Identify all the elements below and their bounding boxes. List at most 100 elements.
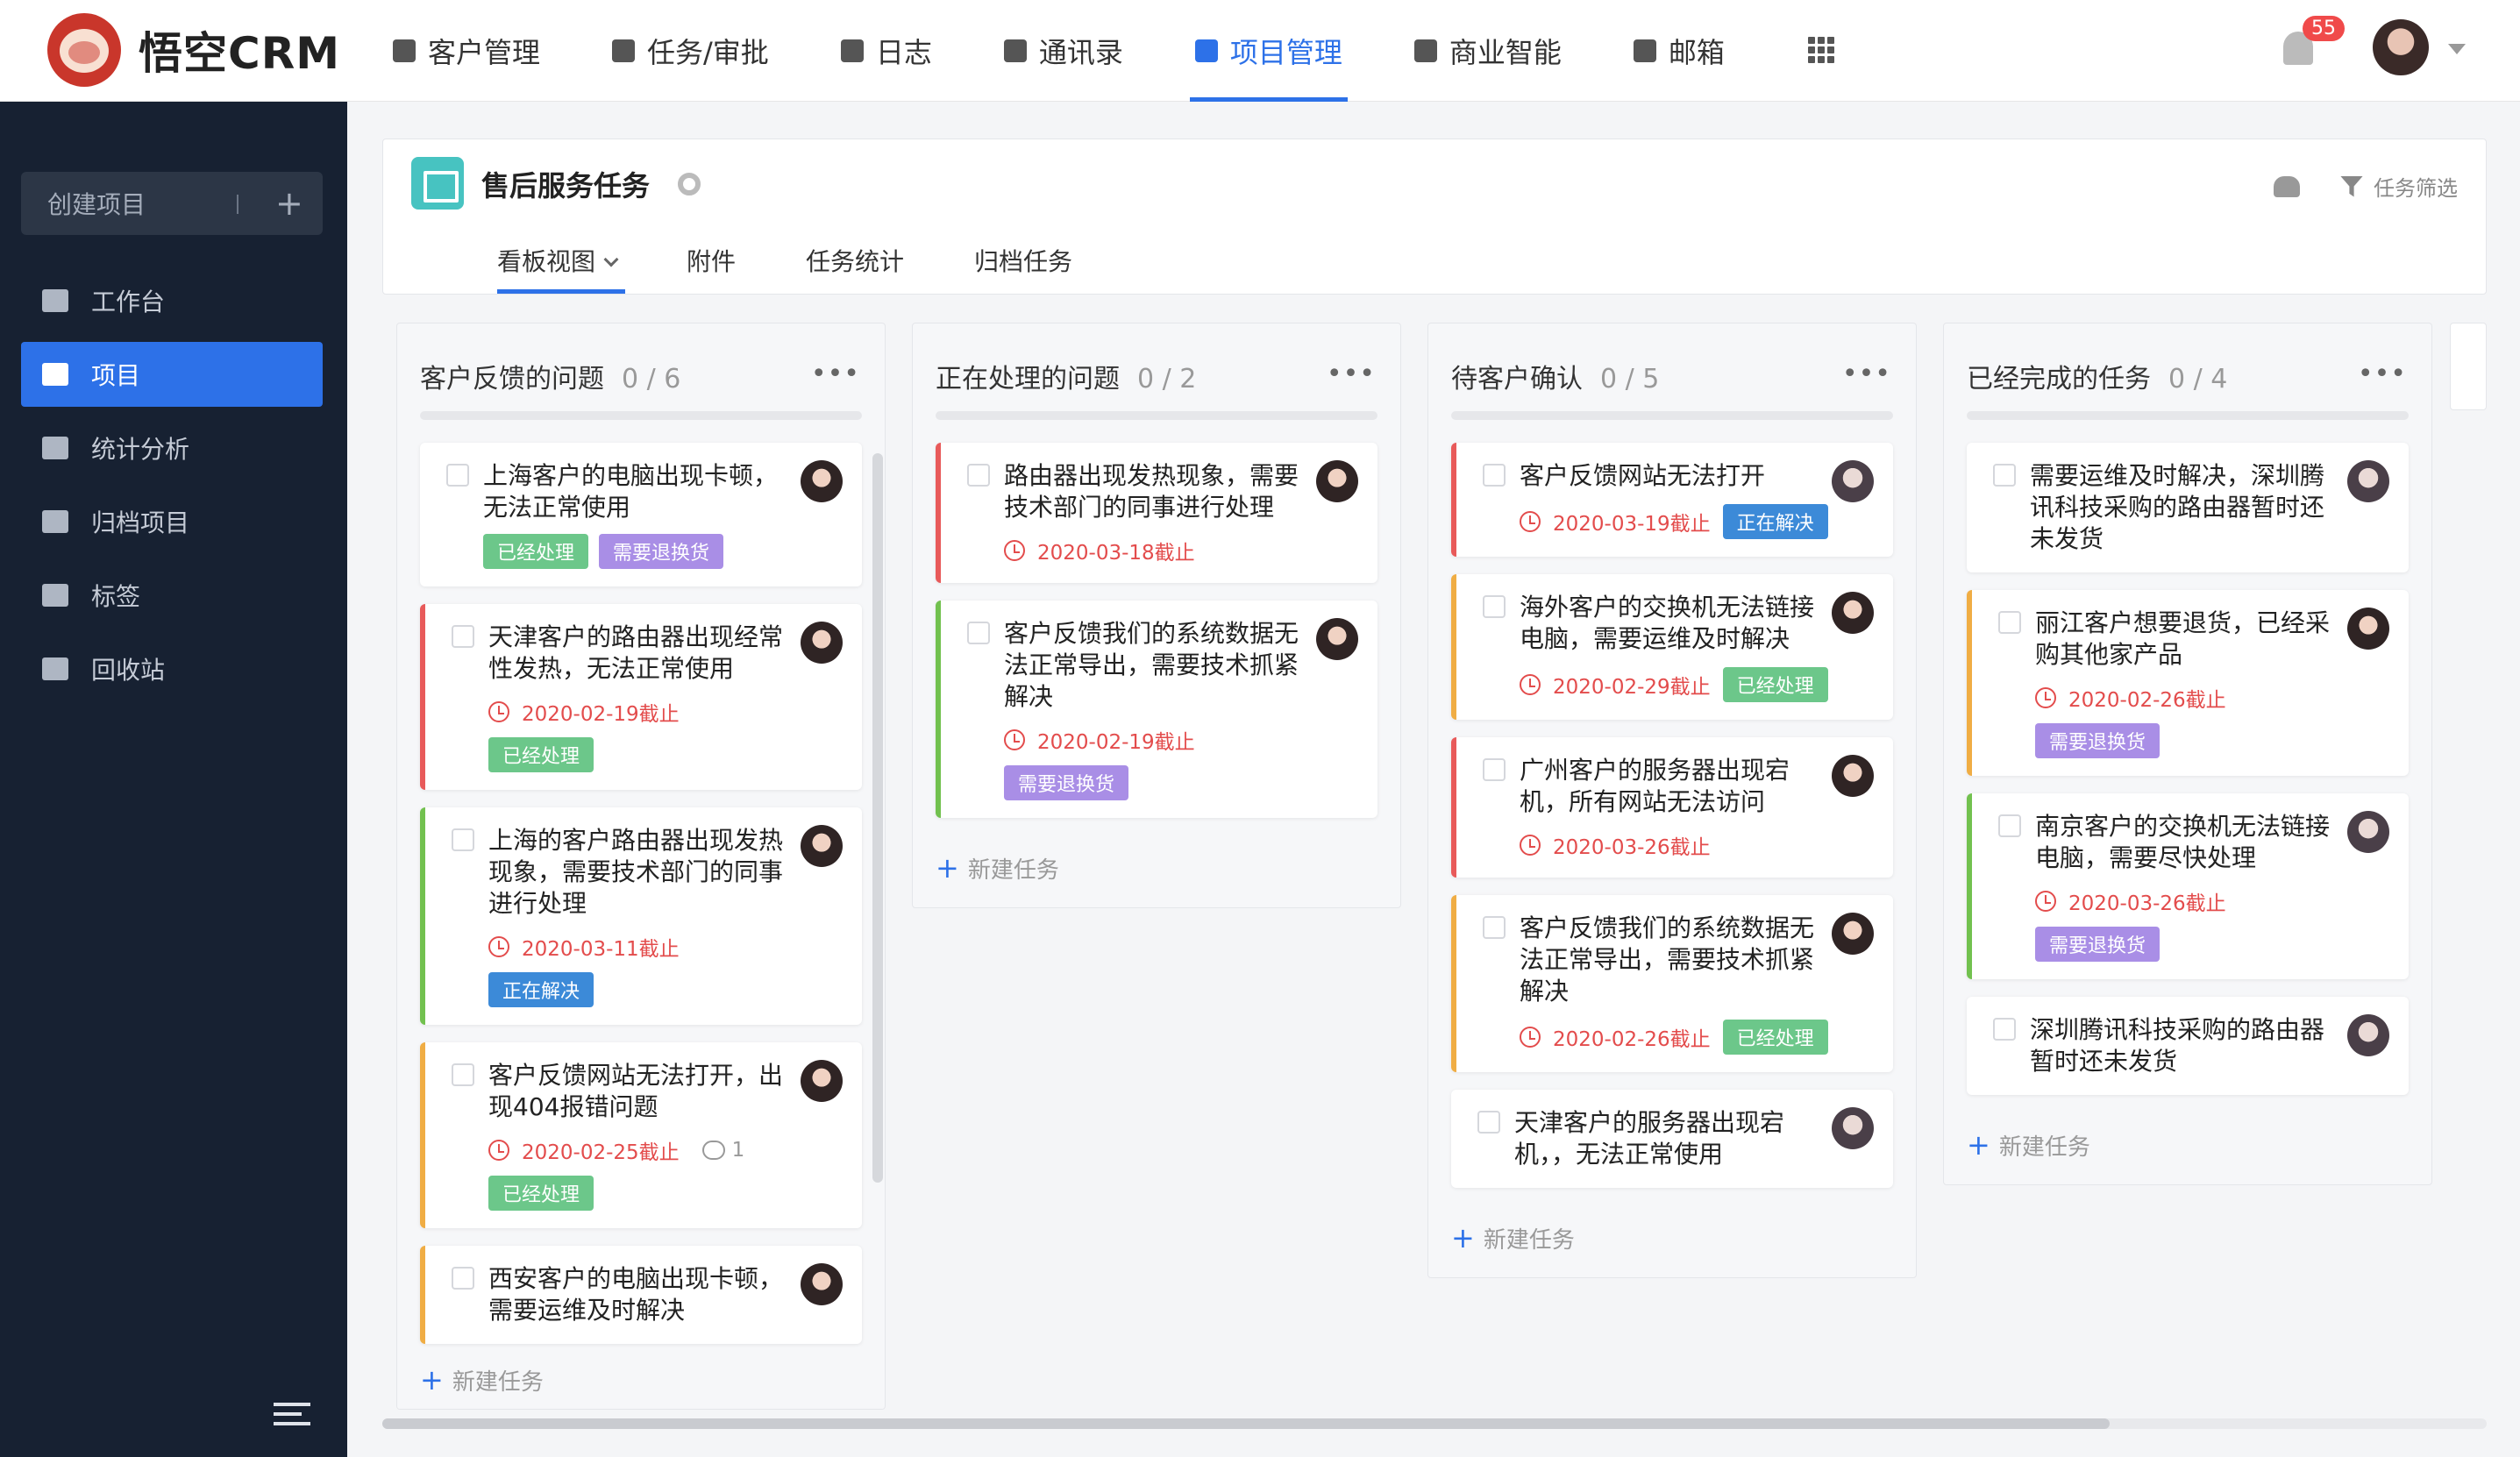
- more-icon[interactable]: •••: [2358, 359, 2407, 389]
- create-project-button[interactable]: 创建项目 +: [21, 172, 323, 235]
- task-checkbox[interactable]: [1483, 916, 1506, 939]
- task-checkbox[interactable]: [1477, 1111, 1500, 1134]
- nav-item-5[interactable]: 商业智能: [1395, 0, 1581, 102]
- task-filter-button[interactable]: 任务筛选: [2340, 171, 2458, 202]
- assignee-avatar[interactable]: [1832, 592, 1874, 634]
- task-card[interactable]: 上海的客户路由器出现发热现象，需要技术部门的同事进行处理 2020-03-11截止…: [420, 807, 862, 1025]
- tab-0[interactable]: 看板视图: [497, 243, 626, 294]
- nav-item-0[interactable]: 客户管理: [374, 0, 559, 102]
- new-task-button[interactable]: + 新建任务: [1944, 1112, 2431, 1184]
- nav-item-6[interactable]: 邮箱: [1614, 0, 1744, 102]
- gear-icon[interactable]: [678, 173, 701, 195]
- sidebar-item-2[interactable]: 统计分析: [21, 416, 323, 480]
- comment-icon: [701, 1141, 725, 1160]
- task-card[interactable]: 海外客户的交换机无法链接电脑，需要运维及时解决 2020-02-29截止 已经处理: [1451, 574, 1893, 720]
- nav-item-3[interactable]: 通讯录: [985, 0, 1143, 102]
- task-checkbox[interactable]: [452, 1267, 474, 1290]
- assignee-avatar[interactable]: [2347, 811, 2389, 853]
- tab-3[interactable]: 归档任务: [974, 243, 1072, 294]
- assignee-avatar[interactable]: [1316, 460, 1358, 502]
- column-header: 正在处理的问题 0 / 2 •••: [913, 323, 1400, 394]
- chevron-down-icon[interactable]: [2448, 44, 2466, 54]
- task-title: 丽江客户想要退货，已经采购其他家产品: [2035, 608, 2331, 669]
- task-card[interactable]: 需要运维及时解决，深圳腾讯科技采购的路由器暂时还未发货: [1967, 443, 2409, 572]
- horizontal-scrollbar[interactable]: [382, 1418, 2487, 1429]
- assignee-avatar[interactable]: [801, 1060, 843, 1102]
- task-card[interactable]: 天津客户的服务器出现宕机，，无法正常使用: [1451, 1090, 1893, 1188]
- task-card[interactable]: 丽江客户想要退货，已经采购其他家产品 2020-02-26截止 需要退换货: [1967, 590, 2409, 776]
- assignee-avatar[interactable]: [1832, 460, 1874, 502]
- list-icon: [42, 363, 68, 386]
- assignee-avatar[interactable]: [801, 460, 843, 502]
- sidebar-item-4[interactable]: 标签: [21, 563, 323, 628]
- task-checkbox[interactable]: [452, 828, 474, 851]
- task-card[interactable]: 客户反馈我们的系统数据无法正常导出，需要技术抓紧解决 2020-02-26截止 已经…: [1451, 895, 1893, 1072]
- add-column-stub[interactable]: [2450, 323, 2487, 410]
- tab-2[interactable]: 任务统计: [806, 243, 904, 294]
- task-card[interactable]: 深圳腾讯科技采购的路由器暂时还未发货: [1967, 997, 2409, 1095]
- bar-chart-icon: [42, 437, 68, 459]
- nav-label: 商业智能: [1449, 36, 1562, 69]
- task-due-date: 2020-02-19截止: [1037, 731, 1195, 754]
- task-checkbox[interactable]: [1483, 464, 1506, 487]
- apps-grid-icon[interactable]: [1808, 37, 1834, 63]
- more-icon[interactable]: •••: [1327, 359, 1376, 389]
- column-title: 正在处理的问题: [936, 364, 1120, 394]
- nav-item-2[interactable]: 日志: [822, 0, 951, 102]
- sidebar-menu: 工作台项目统计分析归档项目标签回收站: [21, 268, 323, 710]
- task-checkbox[interactable]: [1993, 1018, 2016, 1041]
- assignee-avatar[interactable]: [801, 1263, 843, 1305]
- assignee-avatar[interactable]: [801, 622, 843, 664]
- task-checkbox[interactable]: [1483, 595, 1506, 618]
- task-checkbox[interactable]: [967, 622, 990, 644]
- nav-item-1[interactable]: 任务/审批: [593, 0, 788, 102]
- tab-1[interactable]: 附件: [687, 243, 736, 294]
- sidebar-item-5[interactable]: 回收站: [21, 636, 323, 701]
- task-checkbox[interactable]: [1998, 611, 2021, 634]
- task-card[interactable]: 上海客户的电脑出现卡顿，无法正常使用 已经处理 需要退换货: [420, 443, 862, 586]
- task-card[interactable]: 客户反馈我们的系统数据无法正常导出，需要技术抓紧解决 2020-02-19截止 需要…: [936, 601, 1377, 818]
- new-task-button[interactable]: + 新建任务: [397, 1347, 885, 1409]
- task-checkbox[interactable]: [452, 1063, 474, 1086]
- task-card[interactable]: 天津客户的路由器出现经常性发热，无法正常使用 2020-02-19截止 已经处理: [420, 604, 862, 790]
- assignee-avatar[interactable]: [1316, 618, 1358, 660]
- assignee-avatar[interactable]: [2347, 608, 2389, 650]
- new-task-button[interactable]: + 新建任务: [1428, 1205, 1916, 1277]
- task-card[interactable]: 客户反馈网站无法打开 2020-03-19截止 正在解决: [1451, 443, 1893, 557]
- task-card[interactable]: 路由器出现发热现象，需要技术部门的同事进行处理 2020-03-18截止: [936, 443, 1377, 583]
- assignee-avatar[interactable]: [1832, 755, 1874, 797]
- collapse-menu-icon[interactable]: [274, 1403, 310, 1425]
- more-icon[interactable]: •••: [1842, 359, 1891, 389]
- task-checkbox[interactable]: [1993, 464, 2016, 487]
- task-card[interactable]: 南京客户的交换机无法链接电脑，需要尽快处理 2020-03-26截止 需要退换货: [1967, 793, 2409, 979]
- column-scrollbar[interactable]: [872, 453, 883, 1183]
- project-board-icon: [411, 157, 464, 210]
- sidebar-item-0[interactable]: 工作台: [21, 268, 323, 333]
- task-checkbox[interactable]: [1998, 814, 2021, 837]
- task-card[interactable]: 客户反馈网站无法打开，出现404报错问题 2020-02-25截止 1 已经处理: [420, 1042, 862, 1228]
- assignee-avatar[interactable]: [2347, 460, 2389, 502]
- assignee-avatar[interactable]: [1832, 1107, 1874, 1149]
- assignee-avatar[interactable]: [2347, 1014, 2389, 1056]
- task-checkbox[interactable]: [446, 464, 469, 487]
- task-checkbox[interactable]: [452, 625, 474, 648]
- sidebar-item-3[interactable]: 归档项目: [21, 489, 323, 554]
- sidebar-item-1[interactable]: 项目: [21, 342, 323, 407]
- task-tag: 需要退换货: [2035, 723, 2161, 758]
- user-avatar[interactable]: [2373, 19, 2429, 75]
- task-card[interactable]: 西安客户的电脑出现卡顿，需要运维及时解决: [420, 1246, 862, 1344]
- assignee-avatar[interactable]: [1832, 913, 1874, 955]
- new-task-label: 新建任务: [452, 1368, 544, 1396]
- task-card[interactable]: 广州客户的服务器出现宕机，所有网站无法访问 2020-03-26截止: [1451, 737, 1893, 878]
- nav-label: 通讯录: [1038, 36, 1123, 69]
- members-icon[interactable]: [2274, 175, 2300, 197]
- task-checkbox[interactable]: [1483, 758, 1506, 781]
- more-icon[interactable]: •••: [811, 359, 860, 389]
- task-meta: 2020-02-19截止: [488, 697, 801, 727]
- top-navbar: 悟空CRM 客户管理 任务/审批 日志 通讯录 项目管理 商业智能 邮箱 55: [0, 0, 2520, 102]
- assignee-avatar[interactable]: [801, 825, 843, 867]
- new-task-button[interactable]: + 新建任务: [913, 835, 1400, 907]
- brand-logo[interactable]: 悟空CRM: [47, 13, 340, 87]
- nav-item-4[interactable]: 项目管理: [1176, 0, 1362, 102]
- task-checkbox[interactable]: [967, 464, 990, 487]
